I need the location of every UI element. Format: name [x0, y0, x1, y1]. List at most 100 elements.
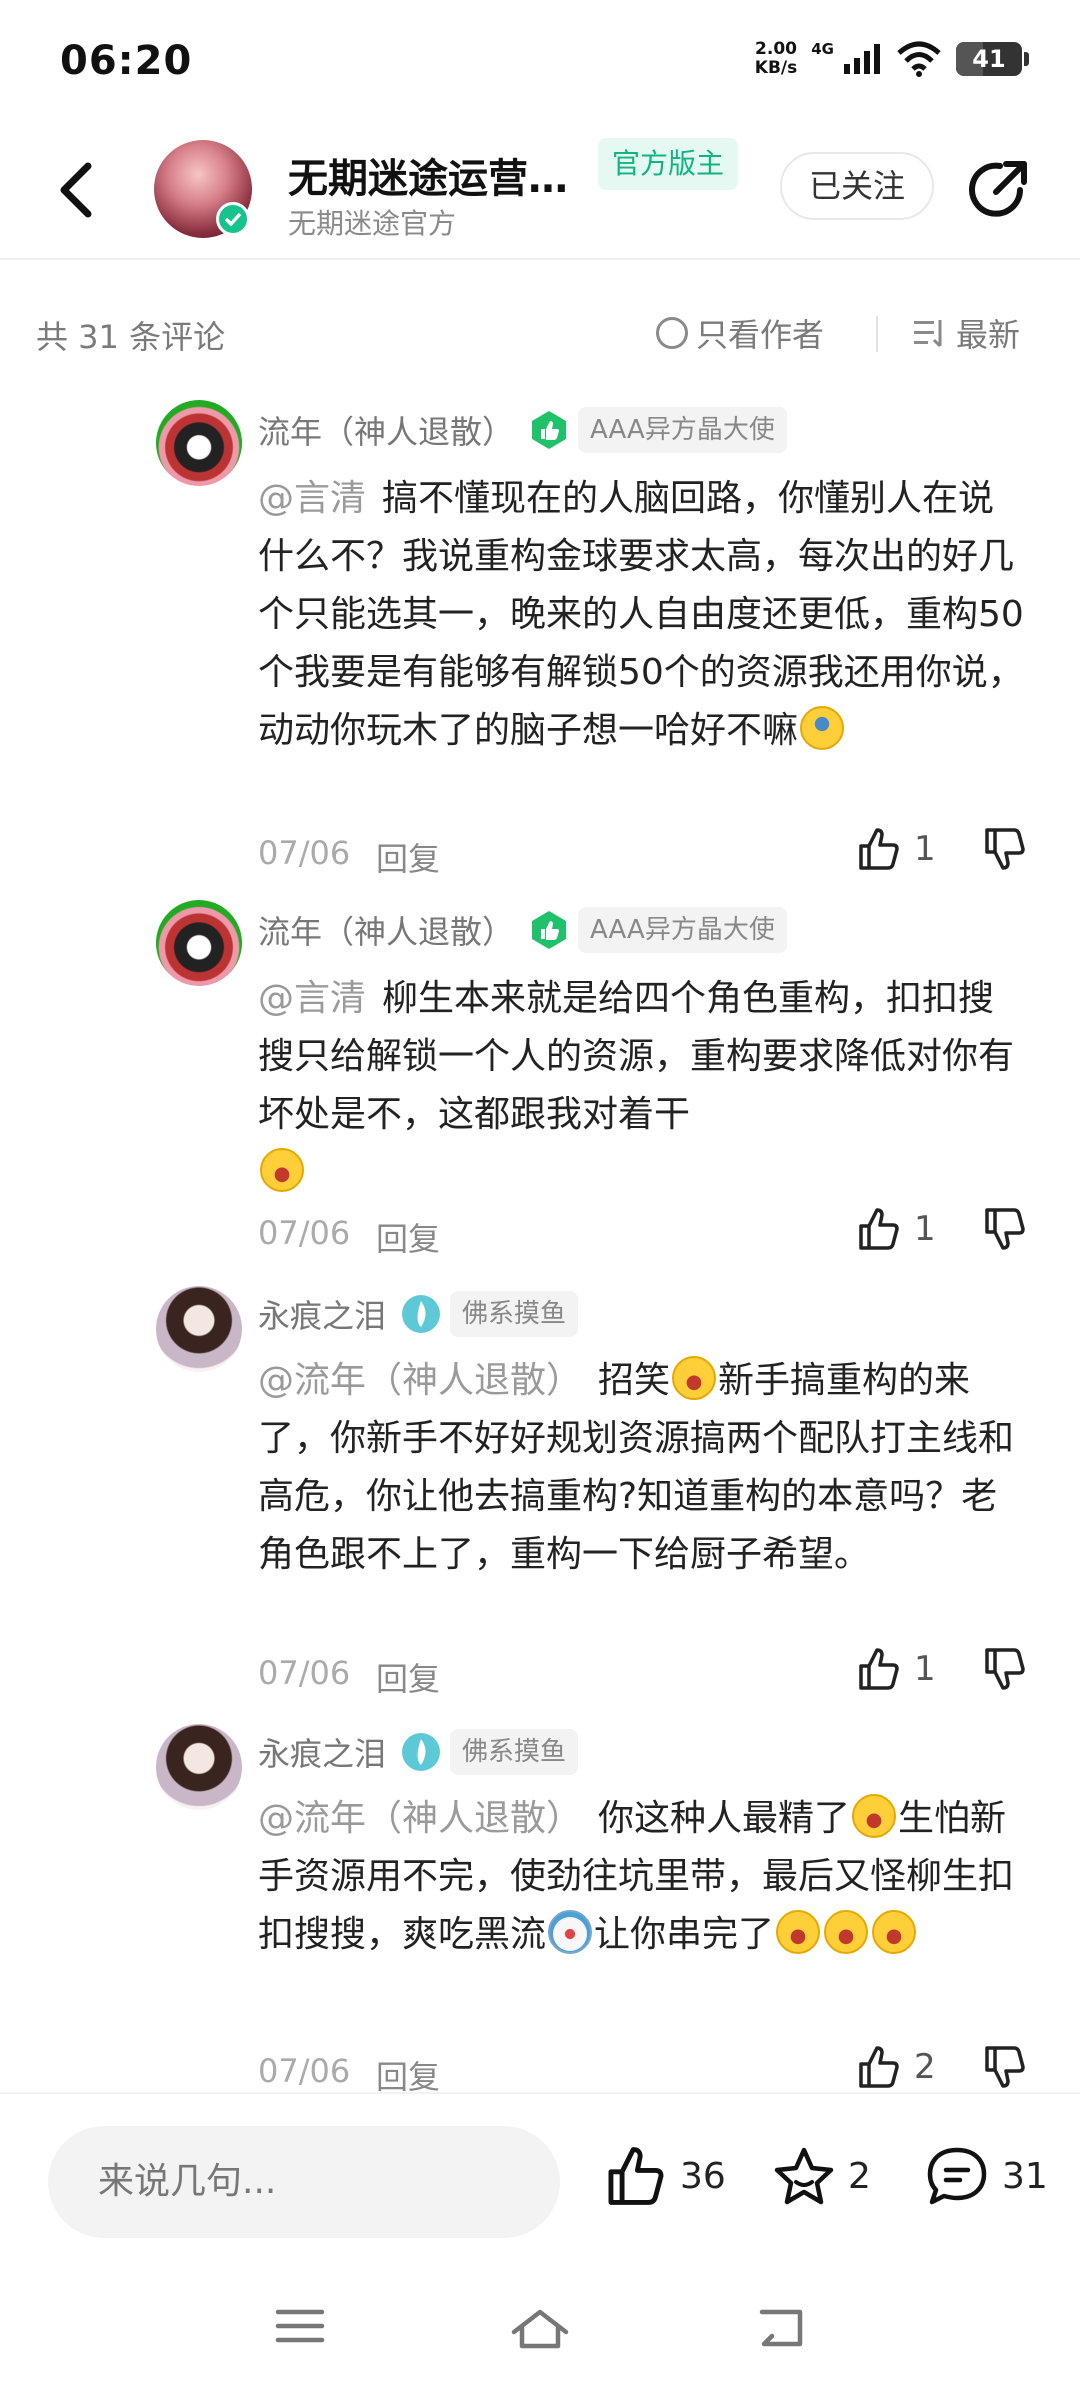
comment-filter-bar: 共 31 条评论 只看作者 最新 [0, 292, 1080, 372]
thumbs-down-icon [985, 1648, 1025, 1690]
reply-button[interactable]: 回复 [376, 1214, 440, 1260]
comment-bubble-icon [927, 2147, 987, 2205]
thumbs-down-icon [985, 2046, 1025, 2088]
commenter-avatar[interactable] [156, 1286, 242, 1372]
level-thumb-icon [532, 911, 567, 949]
back-arrow-icon [759, 2309, 803, 2347]
topic-header: 无期迷途运营… 官方版主 无期迷途官方 已关注 [0, 120, 1080, 260]
like-button[interactable]: 2 [856, 2044, 936, 2090]
commenter-info: 流年（神人退散） AAA异方晶大使 [258, 404, 787, 456]
menu-icon [275, 2309, 325, 2343]
back-nav-button[interactable] [754, 2306, 806, 2354]
commenter-name[interactable]: 永痕之泪 [258, 1729, 386, 1775]
network-type: 4G [811, 40, 834, 58]
home-nav-button[interactable] [508, 2306, 572, 2354]
signal-icon [844, 44, 880, 74]
commenter-tag: AAA异方晶大使 [578, 907, 787, 953]
thumbs-up-icon [859, 1208, 899, 1250]
grin-emoji-icon [776, 1910, 821, 1954]
commenter-name[interactable]: 流年（神人退散） [258, 907, 514, 953]
sort-latest-button[interactable]: 最新 [912, 310, 1020, 356]
official-moderator-badge: 官方版主 [598, 138, 739, 190]
reply-button[interactable]: 回复 [376, 834, 440, 880]
comment-date: 07/06 [258, 1214, 351, 1252]
commenter-info: 流年（神人退散） AAA异方晶大使 [258, 904, 787, 956]
author-name[interactable]: 无期迷途运营… [288, 146, 568, 204]
author-only-toggle[interactable]: 只看作者 [656, 310, 824, 356]
comment-meta: 07/06 回复 1 [258, 1206, 1038, 1258]
dislike-button[interactable] [982, 1206, 1028, 1256]
star-icon [774, 2147, 834, 2205]
commenter-info: 永痕之泪 佛系摸鱼 [258, 1288, 579, 1340]
thumbs-up-icon [859, 2046, 899, 2088]
wifi-icon [897, 41, 941, 77]
chevron-left-icon [60, 162, 92, 218]
comment-date: 07/06 [258, 834, 351, 872]
grin-emoji-icon [824, 1910, 869, 1954]
commenter-avatar[interactable] [156, 400, 242, 486]
share-icon [969, 161, 1027, 217]
follow-button[interactable]: 已关注 [780, 152, 934, 220]
commenter-avatar[interactable] [156, 1724, 242, 1810]
comment-meta: 07/06 回复 1 [258, 1646, 1038, 1698]
commenter-name[interactable]: 流年（神人退散） [258, 407, 514, 453]
comment-text: @流年（神人退散） 招笑 新手搞重构的来了，你新手不好好规划资源搞两个配队打主线和高… [258, 1352, 1028, 1584]
dislike-button[interactable] [982, 1646, 1028, 1696]
thumbs-down-icon [985, 1208, 1025, 1250]
mention-link[interactable]: @言清 [258, 978, 366, 1019]
back-button[interactable] [48, 158, 108, 222]
comment-input[interactable]: 来说几句... [48, 2126, 560, 2238]
grin-emoji-icon [260, 1148, 304, 1192]
grin-emoji-icon [872, 1910, 917, 1954]
divider [876, 316, 878, 352]
mention-link[interactable]: @流年（神人退散） [258, 1798, 582, 1839]
favorite-button[interactable]: 2 [772, 2144, 871, 2208]
verified-icon [216, 202, 250, 236]
dislike-button[interactable] [982, 826, 1028, 876]
thumbs-down-icon [985, 828, 1025, 870]
dislike-button[interactable] [982, 2044, 1028, 2094]
menu-nav-button[interactable] [274, 2306, 326, 2350]
mention-link[interactable]: @言清 [258, 478, 366, 519]
status-time: 06:20 [60, 38, 193, 84]
comment-text: @流年（神人退散） 你这种人最精了 生怕新手资源用不完，使劲往坑里带，最后又怪柳生扣… [258, 1790, 1028, 1964]
comments-button[interactable]: 31 [924, 2144, 1048, 2208]
like-button[interactable]: 1 [856, 1646, 936, 1692]
grin-emoji-icon [852, 1794, 897, 1838]
comment-text: @言清 搞不懂现在的人脑回路，你懂别人在说什么不？我说重构金球要求太高，每次出的好… [258, 478, 1024, 751]
level-drop-icon [402, 1295, 441, 1333]
like-button[interactable]: 1 [856, 826, 936, 872]
like-button[interactable]: 1 [856, 1206, 936, 1252]
comment-date: 07/06 [258, 1654, 351, 1692]
commenter-tag: AAA异方晶大使 [578, 407, 787, 453]
radio-circle-icon [656, 317, 688, 349]
comment-text: @言清 柳生本来就是给四个角色重构，扣扣搜搜只给解锁一个人的资源，重构要求降低对你… [258, 970, 1028, 1202]
cool-emoji-icon [800, 706, 845, 750]
battery-icon: 41 [956, 42, 1029, 76]
thumbs-up-icon [859, 828, 899, 870]
sort-icon [914, 320, 942, 348]
share-button[interactable] [966, 156, 1032, 222]
commenter-avatar[interactable] [156, 900, 242, 986]
commenter-tag: 佛系摸鱼 [450, 1729, 579, 1775]
level-thumb-icon [532, 411, 567, 449]
comment-meta: 07/06 回复 1 [258, 826, 1038, 878]
reply-button[interactable]: 回复 [376, 1654, 440, 1700]
commenter-info: 永痕之泪 佛系摸鱼 [258, 1726, 579, 1778]
home-icon [511, 2309, 569, 2349]
status-icons: 2.00 KB/s 4G 41 [754, 39, 1029, 78]
system-navigation-bar [0, 2262, 1080, 2392]
commenter-tag: 佛系摸鱼 [450, 1291, 579, 1337]
comment-count: 共 31 条评论 [36, 318, 226, 356]
net-speed: 2.00 KB/s [754, 39, 798, 78]
clown-emoji-icon [548, 1910, 593, 1954]
comment-meta: 07/06 回复 2 [258, 2044, 1038, 2096]
thumbs-up-icon [859, 1648, 899, 1690]
commenter-name[interactable]: 永痕之泪 [258, 1291, 386, 1337]
grin-emoji-icon [672, 1356, 717, 1400]
post-like-button[interactable]: 36 [604, 2144, 726, 2208]
comment-date: 07/06 [258, 2052, 351, 2090]
mention-link[interactable]: @流年（神人退散） [258, 1360, 582, 1401]
author-subtitle: 无期迷途官方 [288, 207, 457, 240]
status-bar: 06:20 2.00 KB/s 4G 41 [0, 0, 1080, 120]
